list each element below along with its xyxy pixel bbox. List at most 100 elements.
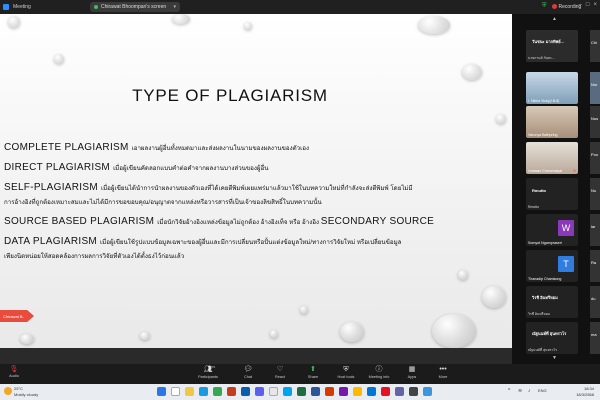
participant-name: วิรชี อินทรีหอม bbox=[532, 295, 558, 300]
participant-edge-tile[interactable]: Poo bbox=[590, 142, 600, 174]
title-bar: Meeting Chirawat Bhoompan's screen ▾ ⛨ R… bbox=[0, 0, 600, 14]
app-title: Meeting bbox=[13, 4, 31, 10]
term-description: การอ้างอิงที่ถูกต้องเหมาะสมและไม่ได้มีกา… bbox=[4, 199, 322, 206]
chat-icon: 💬︎ bbox=[243, 366, 253, 373]
speaker-icon[interactable]: ♪ bbox=[528, 388, 531, 394]
audio-button[interactable]: 🎙︎ Audio bbox=[2, 366, 26, 378]
participant-tile[interactable]: วิรชี อินทรีหอม วิรชี อินทรีหอม bbox=[526, 286, 578, 318]
onenote-icon[interactable] bbox=[339, 387, 348, 396]
participant-name: Somyot Ngampraseri bbox=[528, 241, 562, 245]
word-icon[interactable] bbox=[311, 387, 320, 396]
participant-avatar: T bbox=[558, 256, 574, 272]
term-heading: DIRECT PLAGIARISM bbox=[4, 162, 111, 173]
scroll-up-icon[interactable]: ▲ bbox=[552, 16, 557, 22]
droplet-decoration bbox=[270, 330, 278, 338]
shared-screen: TYPE OF PLAGIARISM COMPLETE PLAGIARISM เอ… bbox=[0, 14, 512, 364]
presenter-tag: Chirawat B. bbox=[0, 310, 34, 322]
minimize-icon[interactable]: – bbox=[579, 2, 582, 8]
participant-edge-tile[interactable]: Nu bbox=[590, 178, 600, 210]
chrome-icon[interactable] bbox=[213, 387, 222, 396]
excel-icon[interactable] bbox=[297, 387, 306, 396]
weather-widget[interactable]: 25°C Mostly cloudy bbox=[14, 386, 38, 398]
chat-button[interactable]: 💬︎ Chat bbox=[233, 366, 263, 380]
office-icon[interactable] bbox=[325, 387, 334, 396]
participant-name: I. Nikka Vicky(I.B.8) bbox=[528, 99, 560, 103]
share-dot-icon bbox=[94, 5, 98, 9]
participant-name: วันชนะ มากทิพย์... bbox=[532, 39, 564, 44]
participant-name: Thanadip Chamkong bbox=[528, 277, 562, 281]
info-icon: ⓘ bbox=[375, 366, 383, 373]
heart-icon: ♡ bbox=[276, 366, 284, 373]
close-icon[interactable]: × bbox=[593, 2, 597, 8]
meeting-toolbar: 🎙︎ Audio 👥︎ 279 Participants 💬︎ Chat ♡ R… bbox=[0, 364, 600, 384]
clock[interactable]: 18:34 18/3/2568 bbox=[576, 386, 594, 398]
people-icon: 👥︎ bbox=[203, 366, 213, 373]
scroll-down-icon[interactable]: ▼ bbox=[552, 355, 557, 361]
app-icon[interactable] bbox=[395, 387, 404, 396]
apps-button[interactable]: ▦ Apps bbox=[397, 366, 427, 380]
slide-body: COMPLETE PLAGIARISM เอาผลงานผู้อื่นทั้งหม… bbox=[4, 142, 509, 262]
participant-tile[interactable]: T Thanadip Chamkong bbox=[526, 250, 578, 282]
droplet-decoration bbox=[340, 322, 364, 342]
participant-edge-tile[interactable]: Chi bbox=[590, 30, 600, 62]
term-description: เอาผลงานผู้อื่นทั้งหมดมาและส่งผลงานในนาม… bbox=[131, 145, 309, 152]
share-icon: ⬆ bbox=[310, 366, 316, 373]
weather-icon[interactable] bbox=[4, 387, 12, 395]
record-dot-icon bbox=[551, 4, 557, 9]
language-indicator[interactable]: ENG bbox=[538, 388, 547, 393]
participant-edge-tile[interactable]: du bbox=[590, 286, 600, 318]
participant-tile[interactable]: W Somyot Ngampraseri bbox=[526, 214, 578, 246]
participant-tile[interactable]: Rmutto Rmutto bbox=[526, 178, 578, 210]
meeting-info-button[interactable]: ⓘ Meeting info bbox=[364, 366, 394, 380]
participant-edge-tile[interactable]: lar bbox=[590, 214, 600, 246]
app-icon[interactable] bbox=[423, 387, 432, 396]
participant-tile[interactable]: Uraiwan Chanchaiyal ✕ bbox=[526, 142, 578, 174]
term-description: เพียงนิดหน่อยให้สอดคล้องการผลการวิจัยที่… bbox=[4, 253, 185, 260]
outlook-icon[interactable] bbox=[367, 387, 376, 396]
powerpoint-icon[interactable] bbox=[227, 387, 236, 396]
participant-edge-tile[interactable]: Ra bbox=[590, 250, 600, 282]
zoom-app-icon[interactable] bbox=[241, 387, 250, 396]
start-icon[interactable] bbox=[157, 387, 166, 396]
term-description: เมื่อผู้เขียนได้นำการนำผลงานของตัวเองที่… bbox=[100, 185, 413, 192]
participant-tile[interactable]: ณัฐนนท์ที่ สุนทรวโร ณัฐนนท์ที่ สุนทรวโร bbox=[526, 322, 578, 354]
share-label: Chirawat Bhoompan's screen bbox=[101, 4, 167, 10]
participant-edge-tile[interactable]: Nor bbox=[590, 72, 600, 104]
host-tools-button[interactable]: ⛨ Host tools bbox=[331, 366, 361, 380]
participant-subname: Rmutto bbox=[528, 205, 539, 209]
participant-tile[interactable]: I. Nikka Vicky(I.B.8) bbox=[526, 72, 578, 104]
participant-edge-tile[interactable]: Nus bbox=[590, 106, 600, 138]
file-explorer-icon[interactable] bbox=[185, 387, 194, 396]
os-taskbar: 25°C Mostly cloudy ^ ≋ ♪ ENG 18:34 18/3/… bbox=[0, 384, 600, 400]
screen-share-indicator[interactable]: Chirawat Bhoompan's screen ▾ bbox=[90, 2, 180, 12]
chevron-up-icon[interactable]: ^ bbox=[508, 388, 510, 394]
teams-icon[interactable] bbox=[255, 387, 264, 396]
edge-icon[interactable] bbox=[199, 387, 208, 396]
zoom-logo-icon bbox=[3, 4, 9, 10]
share-button[interactable]: ⬆ Share bbox=[298, 366, 328, 380]
notes-icon[interactable] bbox=[353, 387, 362, 396]
participant-gallery: ▲ วันชนะ มากทิพย์... นายกานต์ กันทะ... C… bbox=[512, 14, 600, 364]
react-button[interactable]: ♡ React bbox=[265, 366, 295, 380]
recording-indicator[interactable]: ⛨ Recording bbox=[542, 3, 581, 10]
participant-tile[interactable]: Varunya Bathpring bbox=[526, 106, 578, 138]
chevron-down-icon[interactable]: ▾ bbox=[173, 4, 176, 10]
maximize-icon[interactable]: □ bbox=[586, 2, 590, 8]
participants-button[interactable]: 👥︎ 279 Participants bbox=[193, 365, 223, 380]
droplet-decoration bbox=[8, 16, 20, 28]
more-button[interactable]: ••• More bbox=[428, 366, 458, 380]
store-icon[interactable] bbox=[283, 387, 292, 396]
more-icon: ••• bbox=[439, 366, 447, 373]
apps-icon: ▦ bbox=[408, 366, 416, 373]
presentation-slide: TYPE OF PLAGIARISM COMPLETE PLAGIARISM เอ… bbox=[0, 14, 512, 348]
wifi-icon[interactable]: ≋ bbox=[518, 388, 522, 394]
acrobat-icon[interactable] bbox=[381, 387, 390, 396]
meeting-window: Meeting Chirawat Bhoompan's screen ▾ ⛨ R… bbox=[0, 0, 600, 400]
participant-count: 279 bbox=[210, 365, 216, 369]
participant-tile[interactable]: วันชนะ มากทิพย์... นายกานต์ กันทะ... bbox=[526, 30, 578, 62]
participant-edge-tile[interactable]: ma bbox=[590, 322, 600, 354]
app-icon[interactable] bbox=[409, 387, 418, 396]
app-icon[interactable] bbox=[269, 387, 278, 396]
participant-name: Rmutto bbox=[532, 188, 546, 193]
search-icon[interactable] bbox=[171, 387, 180, 396]
